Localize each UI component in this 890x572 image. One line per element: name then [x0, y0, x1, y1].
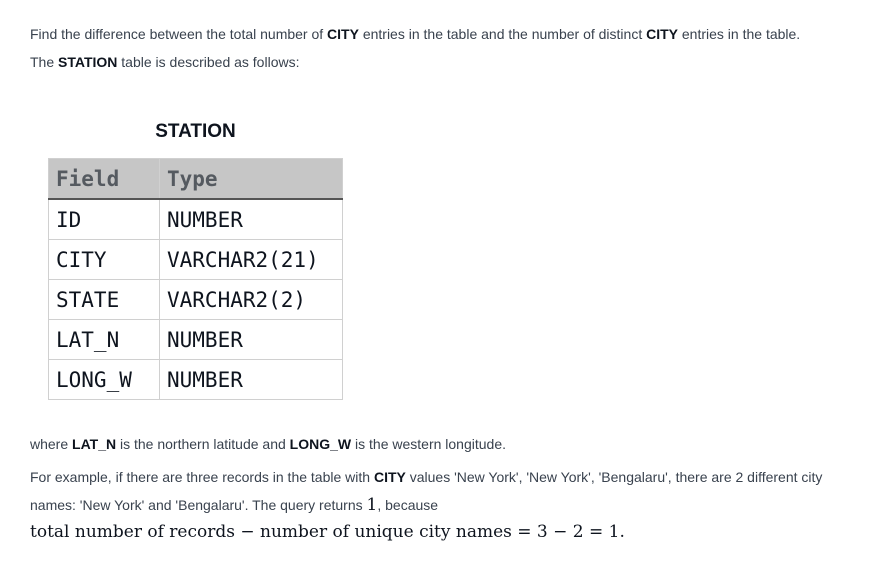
header-field: Field — [48, 158, 160, 200]
table-row: STATE VARCHAR2(2) — [48, 279, 343, 320]
table-intro: The STATION table is described as follow… — [30, 48, 299, 76]
keyword-station: STATION — [58, 54, 118, 70]
keyword-city: CITY — [327, 26, 359, 42]
field-cell: ID — [48, 198, 160, 240]
text: is the northern latitude and — [116, 436, 290, 452]
example-paragraph: For example, if there are three records … — [30, 463, 870, 519]
table-header-row: Field Type — [48, 158, 343, 200]
type-cell: VARCHAR2(21) — [159, 239, 343, 280]
table-row: LAT_N NUMBER — [48, 319, 343, 360]
table-row: LONG_W NUMBER — [48, 359, 343, 400]
station-table: Field Type ID NUMBER CITY VARCHAR2(21) S… — [48, 158, 343, 400]
problem-statement: Find the difference between the total nu… — [30, 20, 800, 48]
text: entries in the table and the number of d… — [358, 26, 647, 42]
field-cell: STATE — [48, 279, 160, 320]
text: is the western longitude. — [351, 436, 506, 452]
text: Find the difference between the total nu… — [30, 26, 328, 42]
table-row: CITY VARCHAR2(21) — [48, 239, 343, 280]
type-cell: NUMBER — [159, 319, 343, 360]
text: The — [30, 54, 59, 70]
type-cell: NUMBER — [159, 198, 343, 240]
text: table is described as follows: — [117, 54, 300, 70]
column-description: where LAT_N is the northern latitude and… — [30, 430, 506, 458]
keyword-lat-n: LAT_N — [72, 436, 117, 452]
text: , because — [377, 497, 439, 513]
header-type: Type — [159, 158, 343, 200]
keyword-city: CITY — [373, 469, 406, 485]
text: where — [30, 436, 73, 452]
formula: total number of records − number of uniq… — [30, 522, 625, 542]
keyword-long-w: LONG_W — [289, 436, 352, 452]
text: entries in the table. — [678, 26, 801, 42]
table-row: ID NUMBER — [48, 198, 343, 240]
type-cell: VARCHAR2(2) — [159, 279, 343, 320]
text: For example, if there are three records … — [30, 469, 374, 485]
keyword-city: CITY — [646, 26, 678, 42]
type-cell: NUMBER — [159, 359, 343, 400]
result-value: 1 — [366, 495, 378, 515]
field-cell: LONG_W — [48, 359, 160, 400]
field-cell: LAT_N — [48, 319, 160, 360]
table-caption: STATION — [155, 121, 236, 142]
field-cell: CITY — [48, 239, 160, 280]
